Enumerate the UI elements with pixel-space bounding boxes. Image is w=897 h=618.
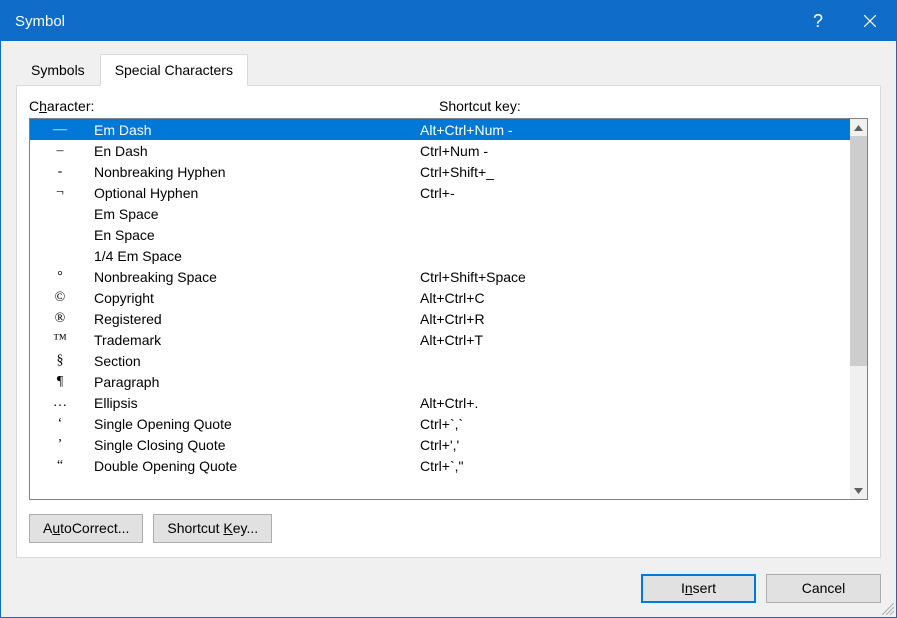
list-item[interactable]: “Double Opening QuoteCtrl+`," bbox=[30, 455, 850, 476]
character-shortcut: Ctrl+Num - bbox=[420, 143, 850, 159]
close-button[interactable] bbox=[844, 1, 896, 41]
list-item[interactable]: —Em DashAlt+Ctrl+Num - bbox=[30, 119, 850, 140]
dialog-body: Symbols Special Characters Character: Sh… bbox=[1, 41, 896, 617]
character-list[interactable]: —Em DashAlt+Ctrl+Num -–En DashCtrl+Num -… bbox=[30, 119, 850, 499]
column-headers: Character: Shortcut key: bbox=[29, 98, 868, 118]
list-item[interactable]: ¬Optional HyphenCtrl+- bbox=[30, 182, 850, 203]
cancel-label: Cancel bbox=[802, 580, 846, 596]
character-symbol: ® bbox=[34, 311, 94, 327]
character-symbol: ™ bbox=[34, 332, 94, 348]
scroll-up-button[interactable] bbox=[850, 119, 867, 136]
character-name: En Space bbox=[94, 227, 420, 243]
tab-special-characters[interactable]: Special Characters bbox=[100, 54, 248, 86]
character-shortcut: Ctrl+`," bbox=[420, 458, 850, 474]
tab-strip: Symbols Special Characters bbox=[1, 41, 896, 85]
character-name: Copyright bbox=[94, 290, 420, 306]
character-symbol: “ bbox=[34, 458, 94, 474]
character-name: Single Opening Quote bbox=[94, 416, 420, 432]
symbol-dialog: Symbol ? Symbols Special Characters Char… bbox=[0, 0, 897, 618]
character-symbol: ’ bbox=[34, 437, 94, 453]
character-list-container: —Em DashAlt+Ctrl+Num -–En DashCtrl+Num -… bbox=[29, 118, 868, 500]
list-item[interactable]: ©CopyrightAlt+Ctrl+C bbox=[30, 287, 850, 308]
list-item[interactable]: ®RegisteredAlt+Ctrl+R bbox=[30, 308, 850, 329]
character-name: Paragraph bbox=[94, 374, 420, 390]
list-item[interactable]: ‘Single Opening QuoteCtrl+`,` bbox=[30, 413, 850, 434]
character-shortcut: Alt+Ctrl+. bbox=[420, 395, 850, 411]
autocorrect-button[interactable]: AutoCorrect... bbox=[29, 514, 143, 543]
character-symbol: … bbox=[34, 395, 94, 411]
window-title: Symbol bbox=[15, 13, 65, 30]
cancel-button[interactable]: Cancel bbox=[766, 574, 881, 603]
character-shortcut: Ctrl+',' bbox=[420, 437, 850, 453]
help-icon: ? bbox=[813, 11, 823, 32]
character-name: Trademark bbox=[94, 332, 420, 348]
character-name: Single Closing Quote bbox=[94, 437, 420, 453]
character-name: Ellipsis bbox=[94, 395, 420, 411]
insert-button[interactable]: Insert bbox=[641, 574, 756, 603]
character-symbol: ¬ bbox=[34, 185, 94, 201]
character-shortcut: Ctrl+`,` bbox=[420, 416, 850, 432]
list-item[interactable]: §Section bbox=[30, 350, 850, 371]
character-symbol: ¶ bbox=[34, 374, 94, 390]
titlebar: Symbol ? bbox=[1, 1, 896, 41]
character-symbol: © bbox=[34, 290, 94, 306]
scroll-down-button[interactable] bbox=[850, 482, 867, 499]
dialog-footer: Insert Cancel bbox=[1, 558, 896, 617]
character-symbol: — bbox=[34, 122, 94, 138]
help-button[interactable]: ? bbox=[792, 1, 844, 41]
list-item[interactable]: –En DashCtrl+Num - bbox=[30, 140, 850, 161]
list-item[interactable]: …EllipsisAlt+Ctrl+. bbox=[30, 392, 850, 413]
character-symbol: - bbox=[34, 164, 94, 180]
character-shortcut: Ctrl+- bbox=[420, 185, 850, 201]
character-symbol: – bbox=[34, 143, 94, 159]
character-shortcut: Alt+Ctrl+T bbox=[420, 332, 850, 348]
character-name: Section bbox=[94, 353, 420, 369]
character-name: Nonbreaking Space bbox=[94, 269, 420, 285]
character-header: Character: bbox=[29, 98, 439, 114]
character-name: Em Space bbox=[94, 206, 420, 222]
tab-symbols[interactable]: Symbols bbox=[16, 54, 100, 85]
character-name: 1/4 Em Space bbox=[94, 248, 420, 264]
list-item[interactable]: ’Single Closing QuoteCtrl+',' bbox=[30, 434, 850, 455]
character-name: Nonbreaking Hyphen bbox=[94, 164, 420, 180]
scroll-track[interactable] bbox=[850, 136, 867, 482]
chevron-down-icon bbox=[854, 488, 863, 494]
list-item[interactable]: ¶Paragraph bbox=[30, 371, 850, 392]
list-item[interactable]: En Space bbox=[30, 224, 850, 245]
character-name: Double Opening Quote bbox=[94, 458, 420, 474]
scrollbar[interactable] bbox=[850, 119, 867, 499]
list-item[interactable]: °Nonbreaking SpaceCtrl+Shift+Space bbox=[30, 266, 850, 287]
list-item[interactable]: -Nonbreaking HyphenCtrl+Shift+_ bbox=[30, 161, 850, 182]
panel-button-row: AutoCorrect... Shortcut Key... bbox=[29, 500, 868, 543]
character-shortcut: Ctrl+Shift+_ bbox=[420, 164, 850, 180]
tab-symbols-label: Symbols bbox=[31, 62, 85, 78]
shortcut-key-button[interactable]: Shortcut Key... bbox=[153, 514, 272, 543]
character-name: Optional Hyphen bbox=[94, 185, 420, 201]
special-characters-panel: Character: Shortcut key: —Em DashAlt+Ctr… bbox=[16, 85, 881, 558]
list-item[interactable]: Em Space bbox=[30, 203, 850, 224]
close-icon bbox=[864, 15, 876, 27]
character-name: En Dash bbox=[94, 143, 420, 159]
character-shortcut: Alt+Ctrl+R bbox=[420, 311, 850, 327]
character-symbol: ‘ bbox=[34, 416, 94, 432]
list-item[interactable]: ™TrademarkAlt+Ctrl+T bbox=[30, 329, 850, 350]
character-name: Registered bbox=[94, 311, 420, 327]
shortcut-header: Shortcut key: bbox=[439, 98, 868, 114]
character-symbol: ° bbox=[34, 269, 94, 285]
chevron-up-icon bbox=[854, 125, 863, 131]
list-item[interactable]: 1/4 Em Space bbox=[30, 245, 850, 266]
scroll-thumb[interactable] bbox=[850, 136, 867, 366]
character-shortcut: Alt+Ctrl+C bbox=[420, 290, 850, 306]
character-shortcut: Alt+Ctrl+Num - bbox=[420, 122, 850, 138]
resize-grip-icon[interactable] bbox=[880, 601, 894, 615]
tab-special-characters-label: Special Characters bbox=[115, 62, 233, 78]
character-symbol: § bbox=[34, 353, 94, 369]
character-shortcut: Ctrl+Shift+Space bbox=[420, 269, 850, 285]
character-name: Em Dash bbox=[94, 122, 420, 138]
